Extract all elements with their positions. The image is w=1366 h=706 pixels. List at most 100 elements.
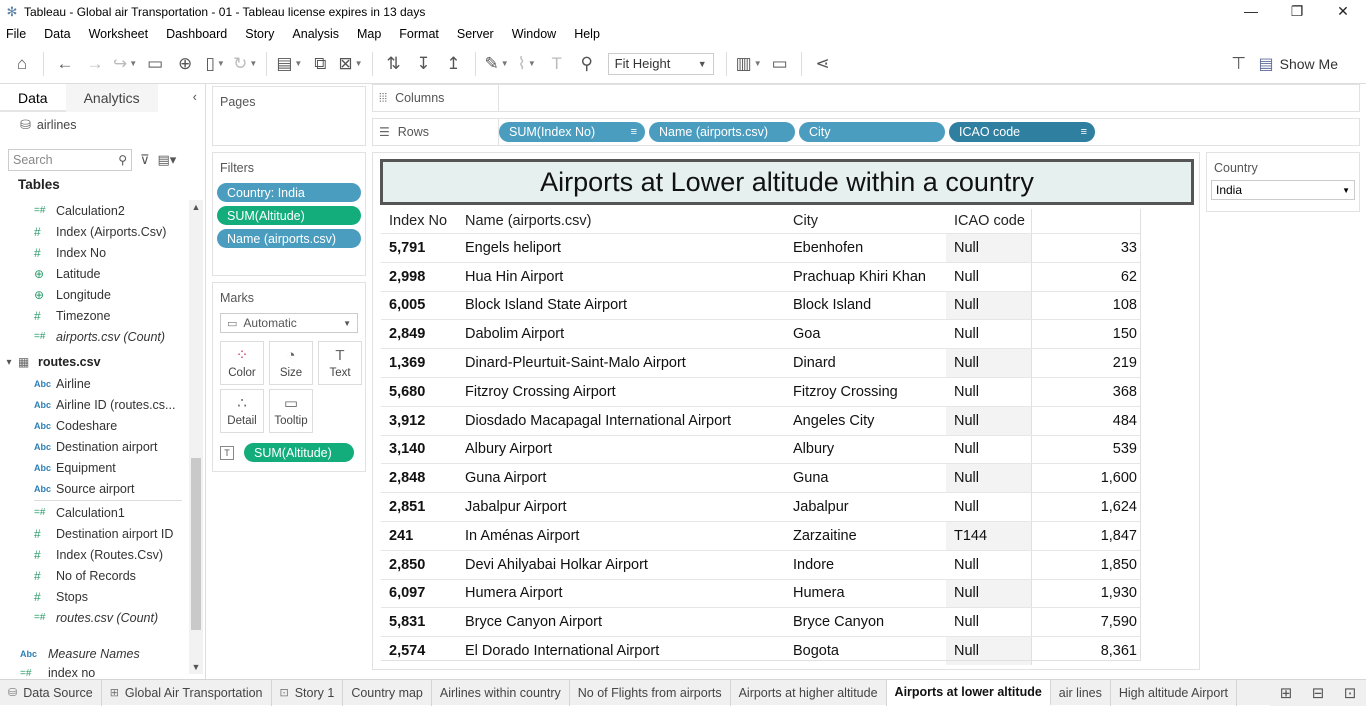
field-item[interactable]: Abc Equipment bbox=[0, 457, 190, 478]
close-button[interactable]: ✕ bbox=[1320, 0, 1366, 24]
menu-window[interactable]: Window bbox=[510, 27, 558, 41]
cell-city[interactable]: Block Island bbox=[785, 297, 946, 313]
format-painter-icon[interactable]: ⊤ bbox=[1231, 50, 1246, 78]
menu-data[interactable]: Data bbox=[42, 27, 72, 41]
text-button[interactable]: T Text bbox=[318, 341, 362, 385]
chevron-down-icon[interactable]: ▾ bbox=[0, 357, 18, 368]
scroll-up-icon[interactable]: ▲ bbox=[189, 202, 203, 212]
field-item[interactable]: Abc Airline bbox=[0, 373, 190, 394]
cell-index-no[interactable]: 2,849 bbox=[381, 326, 457, 342]
collapse-pane-icon[interactable]: ‹ bbox=[193, 89, 197, 104]
sheet-tab[interactable]: air lines bbox=[1051, 679, 1111, 706]
cell-altitude[interactable]: 368 bbox=[1031, 377, 1141, 406]
filter-pill-altitude[interactable]: SUM(Altitude) bbox=[217, 206, 361, 225]
rows-shelf[interactable]: ☰ Rows SUM(Index No) ≡ Name (airports.csv… bbox=[372, 118, 1360, 146]
cell-altitude[interactable]: 7,590 bbox=[1031, 608, 1141, 637]
sheet-tab[interactable]: High altitude Airport bbox=[1111, 679, 1237, 706]
cell-icao-code[interactable]: Null bbox=[946, 551, 1031, 579]
cell-altitude[interactable]: 1,847 bbox=[1031, 521, 1141, 550]
cell-airport-name[interactable]: In Aménas Airport bbox=[457, 528, 785, 544]
sheet-tab[interactable]: Country map bbox=[343, 679, 432, 706]
cell-city[interactable]: Fitzroy Crossing bbox=[785, 384, 946, 400]
field-measure-names[interactable]: Abc Measure Names bbox=[0, 644, 140, 664]
cell-icao-code[interactable]: Null bbox=[946, 406, 1031, 435]
cell-icao-code[interactable]: Null bbox=[946, 493, 1031, 521]
new-worksheet-icon[interactable]: ▤ ▼ bbox=[276, 50, 302, 78]
sheet-tab[interactable]: Airlines within country bbox=[432, 679, 570, 706]
cell-airport-name[interactable]: Engels heliport bbox=[457, 240, 785, 256]
field-item[interactable]: Abc Codeshare bbox=[0, 415, 190, 436]
share-icon[interactable]: ⋖ bbox=[811, 50, 835, 78]
cell-altitude[interactable]: 1,600 bbox=[1031, 464, 1141, 493]
group-members-icon[interactable]: ⌇ ▼ bbox=[515, 50, 539, 78]
cell-airport-name[interactable]: Guna Airport bbox=[457, 470, 785, 486]
view-list-icon[interactable]: ▤▾ bbox=[158, 152, 177, 168]
scroll-down-icon[interactable]: ▼ bbox=[189, 662, 203, 672]
cell-altitude[interactable]: 219 bbox=[1031, 349, 1141, 377]
field-item[interactable]: =# Calculation2 bbox=[0, 200, 190, 221]
cell-icao-code[interactable]: Null bbox=[946, 263, 1031, 291]
new-story-tab-icon[interactable]: ⊡ bbox=[1334, 684, 1366, 702]
columns-shelf[interactable]: ⦙⦙⦙ Columns bbox=[372, 84, 1360, 112]
menu-analysis[interactable]: Analysis bbox=[290, 27, 341, 41]
header-icao[interactable]: ICAO code bbox=[946, 213, 1031, 229]
sheet-tab[interactable]: No of Flights from airports bbox=[570, 679, 731, 706]
menu-worksheet[interactable]: Worksheet bbox=[87, 27, 151, 41]
cell-city[interactable]: Bogota bbox=[785, 643, 946, 659]
show-me-button[interactable]: ▤ Show Me bbox=[1259, 50, 1338, 78]
filter-pill-country[interactable]: Country: India bbox=[217, 183, 361, 202]
scrollbar-thumb[interactable] bbox=[191, 458, 201, 630]
cell-airport-name[interactable]: Bryce Canyon Airport bbox=[457, 614, 785, 630]
show-cards-icon[interactable]: ▥ ▼ bbox=[736, 50, 762, 78]
field-index-no[interactable]: =# index no bbox=[0, 666, 95, 680]
cell-airport-name[interactable]: Diosdado Macapagal International Airport bbox=[457, 413, 785, 429]
cell-icao-code[interactable]: Null bbox=[946, 378, 1031, 406]
cell-airport-name[interactable]: Devi Ahilyabai Holkar Airport bbox=[457, 557, 785, 573]
header-name[interactable]: Name (airports.csv) bbox=[457, 213, 785, 229]
field-item[interactable]: Abc Airline ID (routes.cs... bbox=[0, 394, 190, 415]
country-select[interactable]: India ▼ bbox=[1211, 180, 1355, 200]
cell-airport-name[interactable]: Hua Hin Airport bbox=[457, 269, 785, 285]
cell-index-no[interactable]: 1,369 bbox=[381, 355, 457, 371]
cell-icao-code[interactable]: Null bbox=[946, 436, 1031, 464]
detail-button[interactable]: ∴ Detail bbox=[220, 389, 264, 433]
viz-title[interactable]: Airports at Lower altitude within a coun… bbox=[380, 159, 1194, 205]
clear-sheet-icon[interactable]: ⊠ ▼ bbox=[338, 50, 362, 78]
cell-index-no[interactable]: 2,848 bbox=[381, 470, 457, 486]
cell-airport-name[interactable]: Dabolim Airport bbox=[457, 326, 785, 342]
header-index-no[interactable]: Index No bbox=[381, 213, 457, 229]
cell-icao-code[interactable]: Null bbox=[946, 637, 1031, 665]
menu-map[interactable]: Map bbox=[355, 27, 383, 41]
cell-index-no[interactable]: 6,005 bbox=[381, 297, 457, 313]
cell-altitude[interactable]: 108 bbox=[1031, 291, 1141, 320]
minimize-button[interactable]: — bbox=[1228, 0, 1274, 24]
cell-city[interactable]: Angeles City bbox=[785, 413, 946, 429]
cell-icao-code[interactable]: Null bbox=[946, 320, 1031, 348]
cell-index-no[interactable]: 5,791 bbox=[381, 240, 457, 256]
datasource-item[interactable]: ⛁ airlines bbox=[0, 112, 205, 138]
row-pill-icao[interactable]: ICAO code ≡ bbox=[949, 122, 1095, 142]
refresh-icon[interactable]: ↻ ▼ bbox=[233, 50, 257, 78]
size-button[interactable]: ◔ Size bbox=[269, 341, 313, 385]
pages-card[interactable]: Pages bbox=[212, 86, 366, 146]
cell-index-no[interactable]: 2,574 bbox=[381, 643, 457, 659]
row-pill-name[interactable]: Name (airports.csv) bbox=[649, 122, 795, 142]
cell-index-no[interactable]: 5,831 bbox=[381, 614, 457, 630]
fit-dropdown[interactable]: Fit Height ▼ bbox=[607, 52, 714, 75]
field-item[interactable]: # Timezone bbox=[0, 305, 190, 326]
field-item[interactable]: # Index No bbox=[0, 242, 190, 263]
cell-index-no[interactable]: 2,851 bbox=[381, 499, 457, 515]
menu-dashboard[interactable]: Dashboard bbox=[164, 27, 229, 41]
cell-icao-code[interactable]: Null bbox=[946, 291, 1031, 320]
field-item[interactable]: =# routes.csv (Count) bbox=[0, 607, 190, 628]
cell-icao-code[interactable]: Null bbox=[946, 349, 1031, 377]
home-icon[interactable]: ⌂ bbox=[10, 50, 34, 78]
field-item[interactable]: Abc Source airport bbox=[0, 478, 190, 499]
field-list-scrollbar[interactable]: ▲ ▼ bbox=[189, 200, 203, 674]
cell-index-no[interactable]: 2,850 bbox=[381, 557, 457, 573]
menu-file[interactable]: File bbox=[4, 27, 28, 41]
redo-icon[interactable]: → bbox=[83, 50, 107, 78]
field-item[interactable]: =# airports.csv (Count) bbox=[0, 326, 190, 347]
cell-altitude[interactable]: 8,361 bbox=[1031, 637, 1141, 665]
cell-city[interactable]: Guna bbox=[785, 470, 946, 486]
